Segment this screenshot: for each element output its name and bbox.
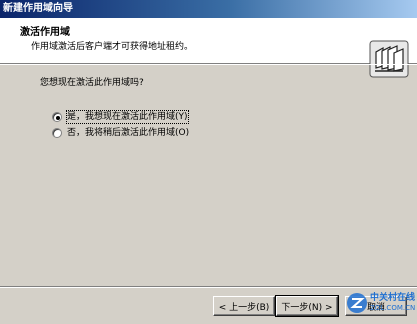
title-bar: 新建作用域向导 (0, 0, 417, 18)
radio-activate-later-label[interactable]: 否，我将稍后激活此作用域(O) (67, 127, 189, 139)
page-title: 激活作用域 (20, 27, 70, 38)
radio-activate-now-label[interactable]: 是，我想现在激活此作用域(Y) (66, 110, 189, 124)
folders-wizard-icon (369, 40, 409, 78)
footer-divider (0, 286, 417, 288)
watermark-text: 中关村在线 (370, 293, 416, 303)
page-subtitle: 作用域激活后客户端才可获得地址租约。 (31, 42, 194, 52)
wizard-header: 激活作用域 作用域激活后客户端才可获得地址租约。 (0, 18, 417, 78)
radio-activate-later[interactable]: 否，我将稍后激活此作用域(O) (52, 126, 189, 140)
radio-button-unchecked[interactable] (52, 128, 62, 138)
window-title: 新建作用域向导 (3, 3, 73, 14)
radio-activate-now[interactable]: 是，我想现在激活此作用域(Y) (52, 110, 189, 124)
back-button[interactable]: < 上一步(B) (213, 296, 275, 316)
radio-button-checked[interactable] (52, 112, 62, 122)
activation-question: 您想现在激活此作用域吗? (40, 78, 144, 88)
next-button[interactable]: 下一步(N) > (275, 295, 339, 317)
zol-logo-icon (347, 293, 367, 313)
watermark-sub: ZOL.COM.CN (370, 304, 416, 312)
